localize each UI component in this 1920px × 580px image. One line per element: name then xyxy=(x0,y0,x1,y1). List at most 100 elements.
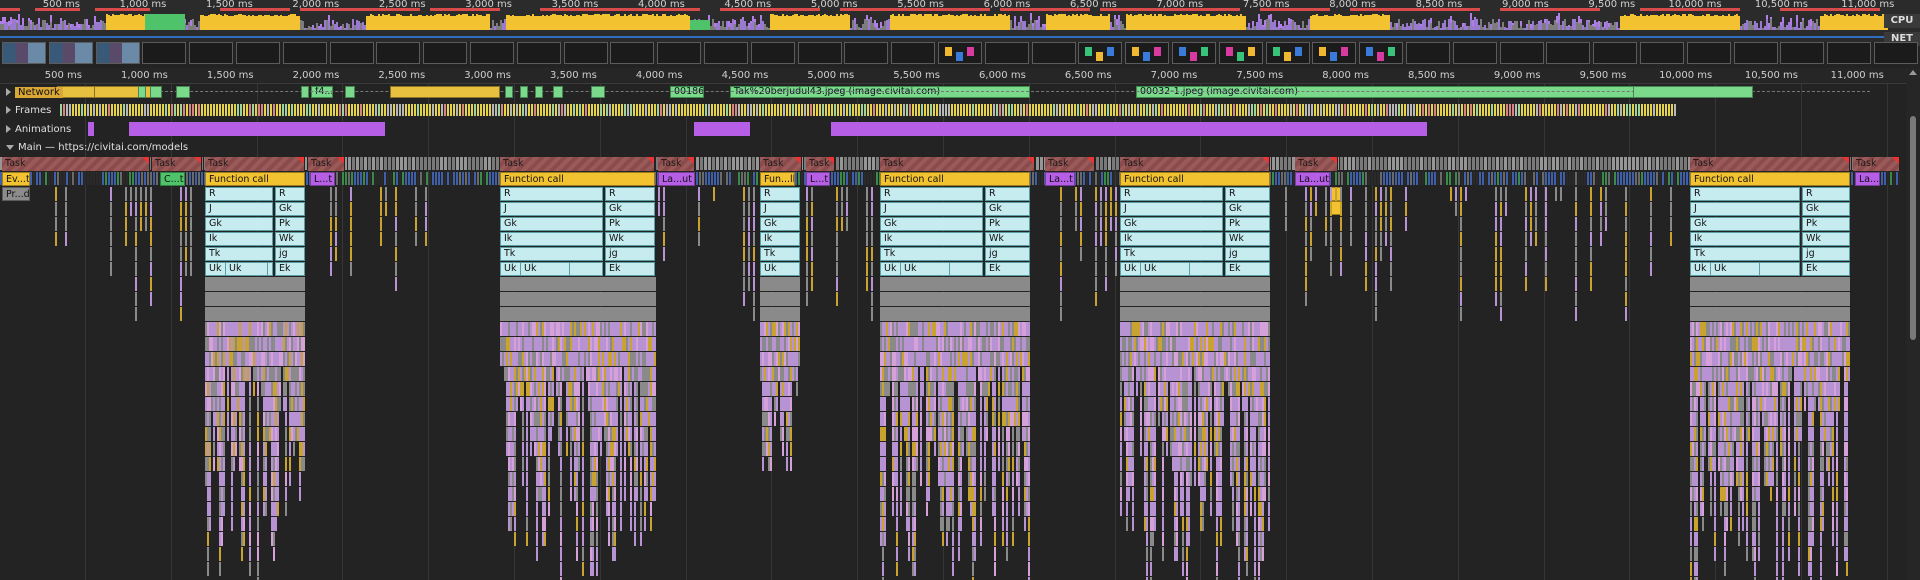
short-task[interactable] xyxy=(740,157,743,170)
short-task[interactable] xyxy=(1664,157,1667,170)
frame[interactable] xyxy=(519,104,521,116)
event-slice[interactable] xyxy=(306,172,308,185)
frame[interactable] xyxy=(885,104,887,116)
frame[interactable] xyxy=(555,104,557,116)
short-task[interactable] xyxy=(1516,157,1519,170)
frame[interactable] xyxy=(1635,104,1637,116)
frame[interactable] xyxy=(1269,104,1271,116)
short-task[interactable] xyxy=(404,157,407,170)
event-slice[interactable] xyxy=(51,172,53,185)
frame[interactable] xyxy=(1140,104,1142,116)
call-frame[interactable] xyxy=(243,502,245,516)
event-slice[interactable] xyxy=(90,172,92,185)
frame[interactable] xyxy=(1191,104,1193,116)
event-slice[interactable] xyxy=(1536,172,1538,185)
frame[interactable] xyxy=(1512,104,1514,116)
event-slice[interactable] xyxy=(477,172,479,185)
call-frame[interactable]: R xyxy=(205,187,273,201)
frame[interactable] xyxy=(213,104,215,116)
event-slice[interactable] xyxy=(834,172,836,185)
event-slice[interactable] xyxy=(735,172,737,185)
call-frame[interactable] xyxy=(285,442,287,456)
call-frame[interactable]: J xyxy=(500,202,603,216)
event-slice[interactable] xyxy=(849,172,851,185)
frame[interactable] xyxy=(1653,104,1655,116)
event-slice[interactable] xyxy=(699,172,701,185)
frame[interactable] xyxy=(1428,104,1430,116)
call-frame[interactable] xyxy=(223,502,225,516)
event-slice[interactable] xyxy=(1575,172,1577,185)
short-task[interactable] xyxy=(836,157,839,170)
event-slice[interactable] xyxy=(744,172,746,185)
frame[interactable] xyxy=(219,104,221,116)
frame[interactable] xyxy=(1344,104,1346,116)
frame[interactable] xyxy=(300,104,302,116)
call-frame[interactable] xyxy=(243,472,245,486)
short-task[interactable] xyxy=(1400,157,1403,170)
call-frame[interactable] xyxy=(223,397,225,411)
call-frame[interactable] xyxy=(249,457,251,471)
short-task[interactable] xyxy=(724,157,727,170)
event-slice[interactable] xyxy=(1500,172,1502,185)
event-slice[interactable] xyxy=(114,172,116,185)
screenshot-thumbnail[interactable] xyxy=(2,42,46,64)
frame[interactable] xyxy=(1572,104,1574,116)
event-slice[interactable] xyxy=(129,172,131,185)
event-slice[interactable] xyxy=(459,172,461,185)
event-slice[interactable] xyxy=(1584,172,1586,185)
frame[interactable] xyxy=(759,104,761,116)
short-task[interactable] xyxy=(1608,157,1611,170)
frame[interactable] xyxy=(126,104,128,116)
event-slice[interactable] xyxy=(1512,172,1514,185)
frame[interactable] xyxy=(1254,104,1256,116)
event-slice[interactable] xyxy=(1461,172,1463,185)
frame[interactable] xyxy=(942,104,944,116)
call-frame[interactable] xyxy=(231,502,233,516)
frame[interactable] xyxy=(60,104,62,116)
event-slice[interactable] xyxy=(342,172,344,185)
call-frame[interactable] xyxy=(227,382,229,396)
call-frame[interactable]: Gk xyxy=(205,217,273,231)
event-slice[interactable] xyxy=(423,172,425,185)
frame[interactable] xyxy=(1284,104,1286,116)
event-slice[interactable] xyxy=(1638,172,1640,185)
frame[interactable] xyxy=(414,104,416,116)
short-task[interactable] xyxy=(492,157,495,170)
short-task[interactable] xyxy=(488,157,491,170)
frame[interactable] xyxy=(618,104,620,116)
frame[interactable] xyxy=(438,104,440,116)
event-slice[interactable] xyxy=(855,172,857,185)
frame[interactable] xyxy=(84,104,86,116)
frame[interactable] xyxy=(1533,104,1535,116)
event-slice[interactable] xyxy=(72,172,74,185)
event-slice[interactable] xyxy=(447,172,449,185)
short-task[interactable] xyxy=(360,157,363,170)
frame[interactable] xyxy=(1155,104,1157,116)
call-frame[interactable] xyxy=(285,487,287,501)
event-slice[interactable] xyxy=(93,172,95,185)
frame[interactable] xyxy=(678,104,680,116)
long-task[interactable]: Task xyxy=(1120,157,1270,171)
frame[interactable] xyxy=(990,104,992,116)
short-task[interactable] xyxy=(444,157,447,170)
frame[interactable] xyxy=(498,104,500,116)
frame[interactable] xyxy=(1320,104,1322,116)
frame[interactable] xyxy=(318,104,320,116)
frame[interactable] xyxy=(1407,104,1409,116)
frame[interactable] xyxy=(432,104,434,116)
frame[interactable] xyxy=(1122,104,1124,116)
event-slice[interactable] xyxy=(1677,172,1679,185)
frame[interactable] xyxy=(954,104,956,116)
frame[interactable] xyxy=(294,104,296,116)
frame[interactable] xyxy=(177,104,179,116)
frame[interactable] xyxy=(1638,104,1640,116)
event-slice[interactable] xyxy=(1356,172,1358,185)
call-frame[interactable] xyxy=(209,457,211,471)
frame[interactable] xyxy=(1281,104,1283,116)
short-task[interactable] xyxy=(496,157,499,170)
event-slice[interactable] xyxy=(399,172,401,185)
event-slice[interactable] xyxy=(1893,172,1895,185)
short-task[interactable] xyxy=(1444,157,1447,170)
frame[interactable] xyxy=(573,104,575,116)
event-slice[interactable] xyxy=(1479,172,1481,185)
